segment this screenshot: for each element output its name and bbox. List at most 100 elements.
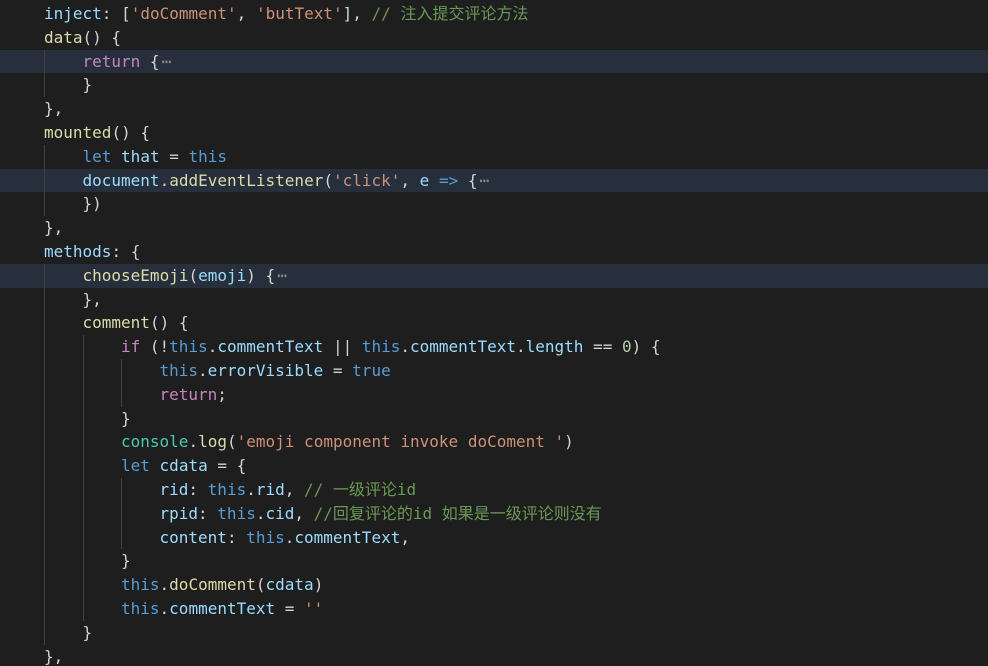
code-token: console bbox=[121, 432, 189, 452]
code-line[interactable]: return {⋯ bbox=[0, 49, 988, 74]
code-token: . bbox=[400, 337, 411, 357]
code-token: }, bbox=[44, 218, 64, 238]
indent-guide bbox=[44, 335, 45, 359]
code-token: . bbox=[515, 337, 526, 357]
indent-guide bbox=[44, 382, 45, 407]
code-line[interactable]: }, bbox=[0, 645, 988, 666]
code-token: // 注入提交评论方法 bbox=[371, 4, 529, 23]
code-line[interactable]: let cdata = { bbox=[0, 454, 988, 478]
indent-guide bbox=[44, 192, 45, 217]
code-line[interactable]: inject: ['doComment', 'butText'], // 注入提… bbox=[0, 2, 988, 26]
code-token: ) { bbox=[631, 337, 661, 357]
code-line[interactable]: }, bbox=[0, 97, 988, 121]
code-line[interactable]: this.errorVisible = true bbox=[0, 358, 988, 383]
code-token: . bbox=[284, 527, 295, 547]
code-token: , bbox=[284, 479, 305, 499]
code-line[interactable]: methods: { bbox=[0, 240, 988, 264]
code-token: '' bbox=[304, 598, 324, 618]
code-token: . bbox=[207, 337, 218, 357]
code-token: . bbox=[159, 575, 170, 595]
code-line[interactable]: return; bbox=[0, 382, 988, 407]
code-line[interactable]: }, bbox=[0, 216, 988, 240]
indent-guide bbox=[44, 406, 45, 431]
indent-guide bbox=[82, 358, 84, 383]
code-token: cid bbox=[265, 503, 295, 523]
indent-guide bbox=[44, 454, 45, 478]
code-token: 'doComment' bbox=[130, 4, 237, 23]
code-token: inject bbox=[44, 4, 102, 23]
code-token: if bbox=[121, 337, 141, 357]
code-token: 'emoji component invoke doComent ' bbox=[236, 432, 565, 452]
code-editor[interactable]: inject: ['doComment', 'butText'], // 注入提… bbox=[0, 0, 988, 666]
code-token: : [ bbox=[101, 4, 131, 23]
indent-guide bbox=[44, 144, 45, 169]
code-token: e bbox=[419, 170, 430, 190]
code-token: emoji bbox=[198, 265, 247, 285]
code-line[interactable]: }, bbox=[0, 287, 988, 312]
code-token: ( bbox=[226, 432, 237, 452]
code-token: log bbox=[198, 432, 227, 452]
code-line[interactable]: this.commentText = '' bbox=[0, 596, 988, 621]
code-line[interactable]: } bbox=[0, 73, 988, 98]
code-line[interactable]: } bbox=[0, 549, 988, 574]
code-token: ( bbox=[255, 575, 266, 595]
fold-ellipsis-icon[interactable]: ⋯ bbox=[277, 264, 287, 288]
code-token: this bbox=[217, 503, 256, 523]
code-token: rid bbox=[159, 479, 189, 499]
code-line[interactable]: chooseEmoji(emoji) {⋯ bbox=[0, 263, 988, 288]
code-line[interactable]: } bbox=[0, 620, 988, 645]
indent-guide bbox=[82, 430, 84, 455]
code-token: this bbox=[207, 479, 247, 499]
indent-guide bbox=[44, 263, 45, 288]
code-token: , bbox=[294, 503, 314, 523]
code-token: 0 bbox=[621, 337, 632, 357]
code-line[interactable]: rpid: this.cid, //回复评论的id 如果是一级评论则没有 bbox=[0, 501, 988, 526]
code-line[interactable]: document.addEventListener('click', e => … bbox=[0, 168, 988, 193]
code-token: == bbox=[583, 337, 622, 357]
code-token: ( bbox=[323, 170, 333, 190]
indent-guide bbox=[82, 477, 84, 502]
code-token: methods bbox=[44, 241, 112, 261]
code-token: // 一级评论id bbox=[304, 479, 417, 499]
code-token: this bbox=[121, 598, 160, 618]
code-line[interactable]: mounted() { bbox=[0, 121, 988, 145]
code-line[interactable]: let that = this bbox=[0, 144, 988, 169]
fold-ellipsis-icon[interactable]: ⋯ bbox=[162, 50, 172, 74]
code-token: comment bbox=[82, 313, 150, 333]
code-token: } bbox=[121, 551, 131, 571]
code-token: this bbox=[169, 337, 208, 357]
code-token: : bbox=[226, 527, 247, 547]
code-token: || bbox=[323, 337, 362, 357]
indent-guide bbox=[44, 501, 45, 526]
code-token: commentText bbox=[410, 337, 516, 357]
code-token: 'click' bbox=[332, 170, 401, 190]
code-token: => bbox=[438, 170, 459, 190]
code-line[interactable]: rid: this.rid, // 一级评论id bbox=[0, 477, 988, 502]
code-line[interactable]: comment() { bbox=[0, 311, 988, 336]
indent-guide bbox=[82, 501, 84, 526]
code-token: cdata bbox=[265, 575, 314, 595]
code-token: return bbox=[82, 51, 141, 71]
code-line[interactable]: }) bbox=[0, 192, 988, 217]
code-token: . bbox=[159, 170, 170, 190]
indent-guide bbox=[44, 620, 45, 645]
code-line[interactable]: } bbox=[0, 406, 988, 431]
code-token: addEventListener bbox=[169, 170, 324, 190]
code-token: errorVisible bbox=[207, 360, 324, 380]
code-token: = bbox=[275, 598, 305, 618]
code-token: }, bbox=[44, 646, 64, 666]
fold-ellipsis-icon[interactable]: ⋯ bbox=[479, 169, 489, 193]
code-line[interactable]: this.doComment(cdata) bbox=[0, 573, 988, 597]
code-token: let bbox=[121, 456, 150, 476]
indent-guide bbox=[44, 311, 45, 336]
code-line[interactable]: content: this.commentText, bbox=[0, 525, 988, 550]
code-line[interactable]: console.log('emoji component invoke doCo… bbox=[0, 430, 988, 455]
code-line[interactable]: data() { bbox=[0, 26, 988, 50]
code-token: doComment bbox=[169, 575, 256, 595]
code-token: data bbox=[44, 27, 83, 47]
code-line[interactable]: if (!this.commentText || this.commentTex… bbox=[0, 335, 988, 359]
indent-guide bbox=[44, 73, 45, 98]
code-token: chooseEmoji bbox=[82, 265, 189, 285]
indent-guide bbox=[121, 525, 122, 550]
